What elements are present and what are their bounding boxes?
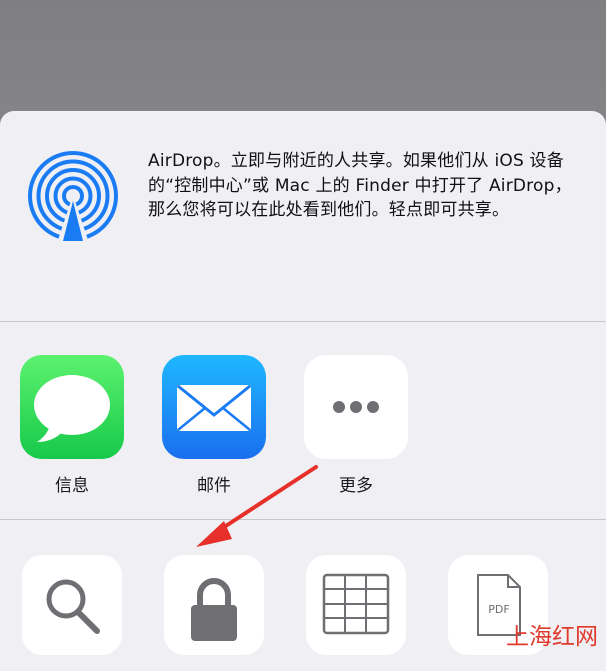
- annotation-arrow-icon: [196, 465, 318, 547]
- share-sheet: AirDrop。立即与附近的人共享。如果他们从 iOS 设备的“控制中心”或 M…: [0, 111, 606, 671]
- app-messages[interactable]: 信息: [20, 355, 124, 496]
- pdf-label: PDF: [488, 603, 509, 616]
- mail-envelope-icon[interactable]: [162, 355, 266, 459]
- divider: [0, 321, 606, 322]
- action-lock[interactable]: [164, 555, 264, 655]
- more-dots-icon[interactable]: [304, 355, 408, 459]
- watermark: 上海红网: [506, 624, 598, 650]
- search-icon[interactable]: [22, 555, 122, 655]
- airdrop-description: AirDrop。立即与附近的人共享。如果他们从 iOS 设备的“控制中心”或 M…: [148, 151, 572, 220]
- lock-icon[interactable]: [164, 555, 264, 655]
- grid-table-icon[interactable]: [306, 555, 406, 655]
- messages-bubble-icon[interactable]: [20, 355, 124, 459]
- app-label-messages: 信息: [55, 476, 89, 496]
- action-find-on-page[interactable]: [22, 555, 122, 655]
- airdrop-section[interactable]: AirDrop。立即与附近的人共享。如果他们从 iOS 设备的“控制中心”或 M…: [0, 111, 606, 321]
- airdrop-icon[interactable]: [28, 151, 118, 243]
- action-table[interactable]: [306, 555, 406, 655]
